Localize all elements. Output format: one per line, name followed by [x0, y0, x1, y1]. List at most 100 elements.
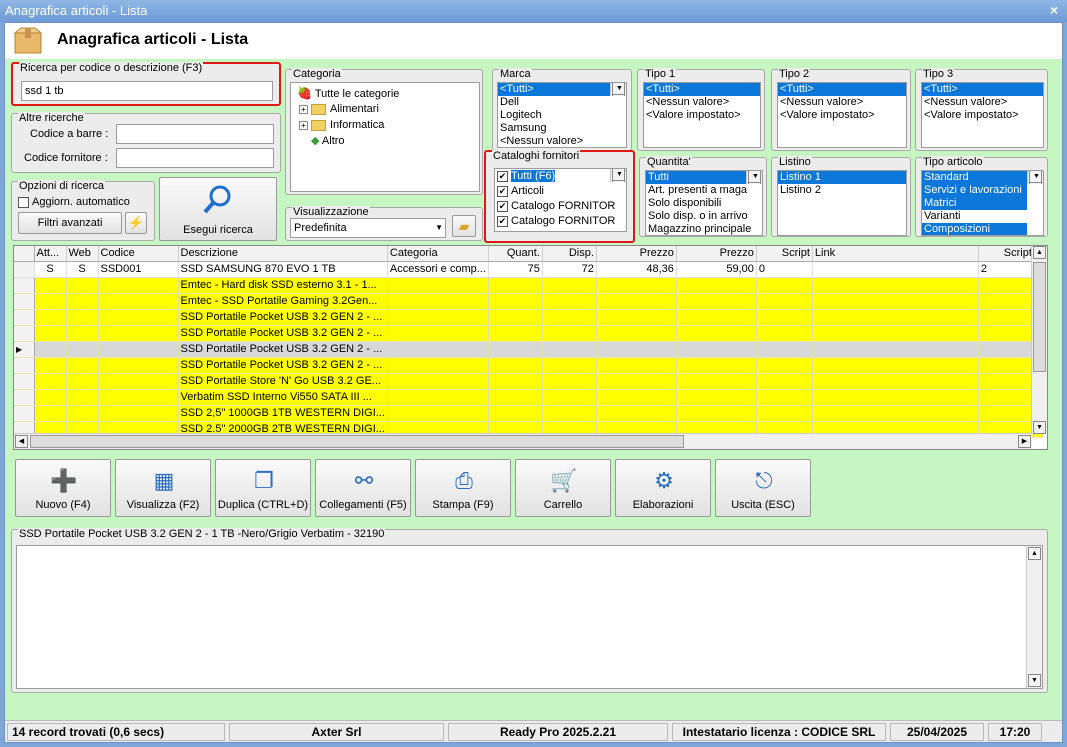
list-item[interactable]: <Valore impostato>: [644, 109, 760, 122]
grid-vscroll[interactable]: ▲ ▼: [1031, 246, 1047, 434]
close-icon[interactable]: ×: [1047, 2, 1061, 18]
list-item[interactable]: Solo disp. o in arrivo: [646, 210, 762, 223]
duplicate-button[interactable]: ❐ Duplica (CTRL+D): [215, 459, 311, 517]
column-header[interactable]: Descrizione: [178, 246, 388, 262]
list-item[interactable]: <Nessun valore>: [922, 96, 1043, 109]
list-item[interactable]: Tutti: [646, 171, 746, 184]
scrollbar[interactable]: ▲▼: [746, 171, 762, 184]
table-row[interactable]: SSD Portatile Pocket USB 3.2 GEN 2 - ...: [14, 325, 1043, 342]
lightning-icon[interactable]: ⚡: [125, 212, 147, 234]
column-header[interactable]: Prezzo: [596, 246, 677, 262]
list-item[interactable]: Matrici: [922, 197, 1027, 210]
table-row[interactable]: SSD Portatile Store 'N' Go USB 3.2 GE...: [14, 373, 1043, 390]
new-button[interactable]: ➕ Nuovo (F4): [15, 459, 111, 517]
view-button[interactable]: ▦ Visualizza (F2): [115, 459, 211, 517]
list-item[interactable]: <Tutti>: [644, 83, 760, 96]
search-input[interactable]: [21, 81, 273, 101]
catalog-item[interactable]: ✔ Catalogo FORNITOR: [495, 199, 626, 214]
table-row[interactable]: SSD 2,5" 1000GB 1TB WESTERN DIGI...: [14, 405, 1043, 422]
cart-button[interactable]: 🛒 Carrello: [515, 459, 611, 517]
category-tree[interactable]: 🍓 Tutte le categorie + Alimentari + Inform…: [290, 82, 480, 192]
table-row[interactable]: SSD Portatile Pocket USB 3.2 GEN 2 - ...: [14, 309, 1043, 326]
cataloghi-list[interactable]: ✔ Tutti (F6) ✔ Articoli ✔ Catalogo FORNITOR…: [494, 168, 627, 232]
table-row[interactable]: Verbatim SSD Interno Vi550 SATA III ...: [14, 389, 1043, 406]
catalog-item[interactable]: ✔ Catalogo FORNITOR: [495, 214, 626, 229]
barcode-input[interactable]: [116, 124, 274, 144]
list-item[interactable]: <Nessun valore>: [778, 96, 906, 109]
list-item[interactable]: <Valore impostato>: [778, 109, 906, 122]
listino-list[interactable]: Listino 1 Listino 2: [777, 170, 907, 236]
execute-search-button[interactable]: Esegui ricerca: [159, 177, 277, 241]
table-cell: SSD Portatile Pocket USB 3.2 GEN 2 - ...: [178, 341, 388, 358]
status-time: 17:20: [988, 723, 1042, 741]
column-header[interactable]: Categoria: [387, 246, 489, 262]
scrollbar[interactable]: ▲▼: [610, 169, 626, 182]
view-select[interactable]: Predefinita ▼: [290, 218, 446, 238]
table-cell: [488, 277, 543, 294]
table-row[interactable]: Emtec - SSD Portatile Gaming 3.2Gen...: [14, 293, 1043, 310]
exit-button[interactable]: ⎋ Uscita (ESC): [715, 459, 811, 517]
table-cell: [812, 309, 979, 326]
list-item[interactable]: Samsung: [498, 122, 626, 135]
column-header[interactable]: Codice: [98, 246, 179, 262]
list-item[interactable]: Dell: [498, 96, 626, 109]
list-item[interactable]: Listino 1: [778, 171, 906, 184]
opzioni-group: Opzioni di ricerca Aggiorn. automatico F…: [11, 180, 155, 241]
status-bar: 14 record trovati (0,6 secs) Axter Srl R…: [5, 720, 1062, 742]
print-button[interactable]: ⎙ Stampa (F9): [415, 459, 511, 517]
column-header[interactable]: Quant.: [488, 246, 543, 262]
tipo1-list[interactable]: <Tutti> <Nessun valore> <Valore impostato>: [643, 82, 761, 148]
table-row[interactable]: ▶ SSD Portatile Pocket USB 3.2 GEN 2 - ..…: [14, 341, 1043, 358]
tree-item-altro[interactable]: ◆ Altro: [295, 133, 475, 149]
list-item[interactable]: <Tutti>: [778, 83, 906, 96]
column-header[interactable]: Web: [66, 246, 99, 262]
list-item[interactable]: Listino 2: [778, 184, 906, 197]
list-item[interactable]: Art. presenti a maga: [646, 184, 762, 197]
processing-button[interactable]: ⚙ Elaborazioni: [615, 459, 711, 517]
quantita-list[interactable]: Tutti Art. presenti a maga Solo disponib…: [645, 170, 763, 236]
scrollbar[interactable]: ▲▼: [1026, 546, 1042, 688]
tree-root[interactable]: 🍓 Tutte le categorie: [295, 85, 475, 101]
tipo2-list[interactable]: <Tutti> <Nessun valore> <Valore impostato>: [777, 82, 907, 148]
list-item[interactable]: Magazzino principale: [646, 223, 762, 235]
list-item[interactable]: Logitech: [498, 109, 626, 122]
column-header[interactable]: Disp.: [542, 246, 597, 262]
folder-open-icon[interactable]: ▰: [452, 215, 476, 237]
tipo3-list[interactable]: <Tutti> <Nessun valore> <Valore impostato>: [921, 82, 1044, 148]
list-item[interactable]: <Nessun valore>: [644, 96, 760, 109]
table-row[interactable]: S S SSD001 SSD SAMSUNG 870 EVO 1 TB Accessor…: [14, 261, 1043, 278]
list-item[interactable]: <Valore impostato>: [922, 109, 1043, 122]
column-header[interactable]: Script: [978, 246, 1035, 262]
column-header[interactable]: Link: [812, 246, 979, 262]
table-row[interactable]: SSD Portatile Pocket USB 3.2 GEN 2 - ...: [14, 357, 1043, 374]
marca-list[interactable]: <Tutti> Dell Logitech Samsung <Nessun va…: [497, 82, 627, 148]
list-item[interactable]: Solo disponibili: [646, 197, 762, 210]
articles-grid[interactable]: Att... Web Codice Descrizione Categoria Quant…: [13, 245, 1048, 450]
catalog-item[interactable]: ✔ Articoli: [495, 184, 626, 199]
cataloghi-group: Cataloghi fornitori ✔ Tutti (F6) ✔ Articol…: [484, 150, 635, 243]
scrollbar[interactable]: ▲▼: [610, 83, 626, 96]
list-item[interactable]: <Tutti>: [498, 83, 626, 96]
catalog-item[interactable]: ✔ Tutti (F6): [495, 169, 626, 184]
list-item[interactable]: <Nessun valore>: [498, 135, 626, 147]
list-item[interactable]: Composizioni: [922, 223, 1027, 235]
column-header[interactable]: Script: [756, 246, 813, 262]
column-header[interactable]: Prezzo: [676, 246, 757, 262]
column-header[interactable]: Att...: [34, 246, 67, 262]
list-item[interactable]: Varianti: [922, 210, 1043, 223]
advanced-filters-button[interactable]: Filtri avanzati: [18, 212, 122, 234]
links-button[interactable]: ⚯ Collegamenti (F5): [315, 459, 411, 517]
supplier-code-input[interactable]: [116, 148, 274, 168]
detail-textarea[interactable]: ▲ ▼: [16, 545, 1043, 689]
tree-item-informatica[interactable]: + Informatica: [295, 117, 475, 133]
scrollbar[interactable]: ▲▼: [1027, 171, 1043, 184]
list-item[interactable]: <Tutti>: [922, 83, 1043, 96]
grid-hscroll[interactable]: ◀ ▶: [14, 433, 1032, 449]
list-item[interactable]: Servizi e lavorazioni: [922, 184, 1027, 197]
new-icon: ➕: [50, 468, 78, 493]
auto-update-checkbox[interactable]: Aggiorn. automatico: [18, 196, 130, 208]
tree-item-alimentari[interactable]: + Alimentari: [295, 101, 475, 117]
table-row[interactable]: Emtec - Hard disk SSD esterno 3.1 - 1...: [14, 277, 1043, 294]
list-item[interactable]: Standard: [922, 171, 1027, 184]
tipo-articolo-list[interactable]: Standard Servizi e lavorazioni Matrici V…: [921, 170, 1044, 236]
